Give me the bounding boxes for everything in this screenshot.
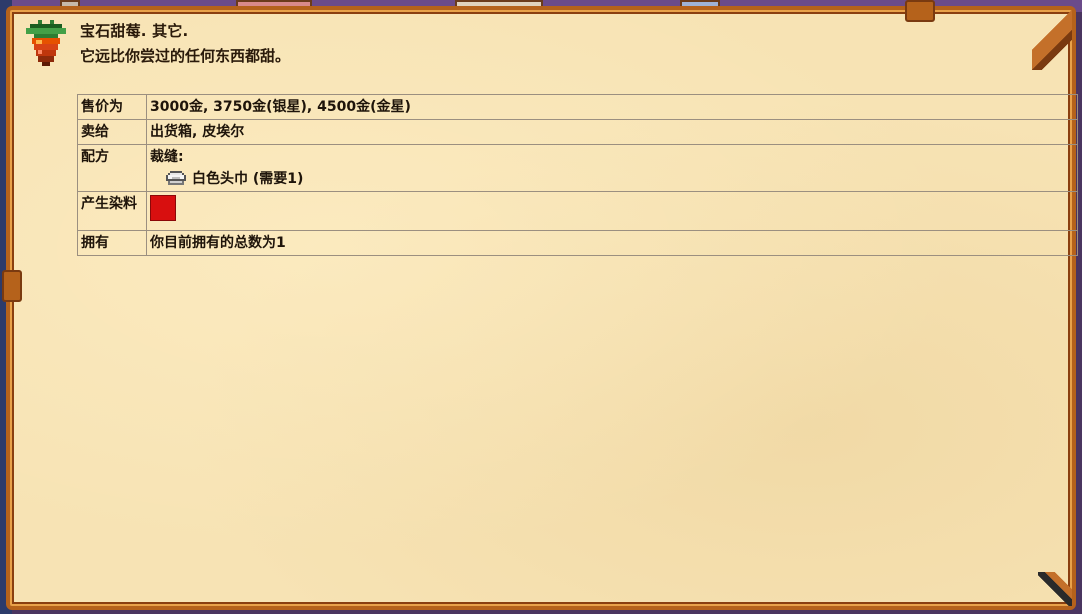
item-info-table: 售价为 3000金, 3750金(银星), 4500金(金星) 卖给 出货箱, … — [77, 94, 1078, 256]
owned-label: 拥有 — [77, 230, 147, 256]
recipe-category: 裁缝: — [150, 149, 184, 165]
recipe-label: 配方 — [77, 144, 147, 192]
gem-berry-icon — [26, 20, 66, 66]
price-value: 3000金, 3750金(银星), 4500金(金星) — [146, 94, 1078, 120]
panel-top-tab — [905, 0, 935, 22]
dye-value — [146, 191, 1078, 231]
white-turban-icon — [166, 171, 186, 185]
dye-color-swatch — [150, 195, 176, 221]
sell-to-label: 卖给 — [77, 119, 147, 145]
panel-corner-decoration — [1038, 572, 1072, 606]
sell-to-value: 出货箱, 皮埃尔 — [146, 119, 1078, 145]
table-row-sell-to: 卖给 出货箱, 皮埃尔 — [77, 119, 1078, 145]
table-row-price: 售价为 3000金, 3750金(银星), 4500金(金星) — [77, 94, 1078, 120]
recipe-value: 裁缝: 白色头巾 (需要1) — [146, 144, 1078, 192]
dye-label: 产生染料 — [77, 191, 147, 231]
owned-value: 你目前拥有的总数为1 — [146, 230, 1078, 256]
price-label: 售价为 — [77, 94, 147, 120]
item-description: 它远比你尝过的任何东西都甜。 — [80, 47, 291, 65]
table-row-recipe: 配方 裁缝: 白色头巾 (需要1) — [77, 144, 1078, 192]
recipe-ingredient: 白色头巾 (需要1) — [150, 169, 1074, 189]
recipe-ingredient-label: 白色头巾 (需要1) — [192, 171, 304, 187]
item-title: 宝石甜莓. 其它. — [80, 22, 189, 40]
table-row-dye: 产生染料 — [77, 191, 1078, 231]
panel-corner-decoration — [1032, 10, 1072, 70]
table-row-owned: 拥有 你目前拥有的总数为1 — [77, 230, 1078, 256]
panel-side-tab — [2, 270, 22, 302]
